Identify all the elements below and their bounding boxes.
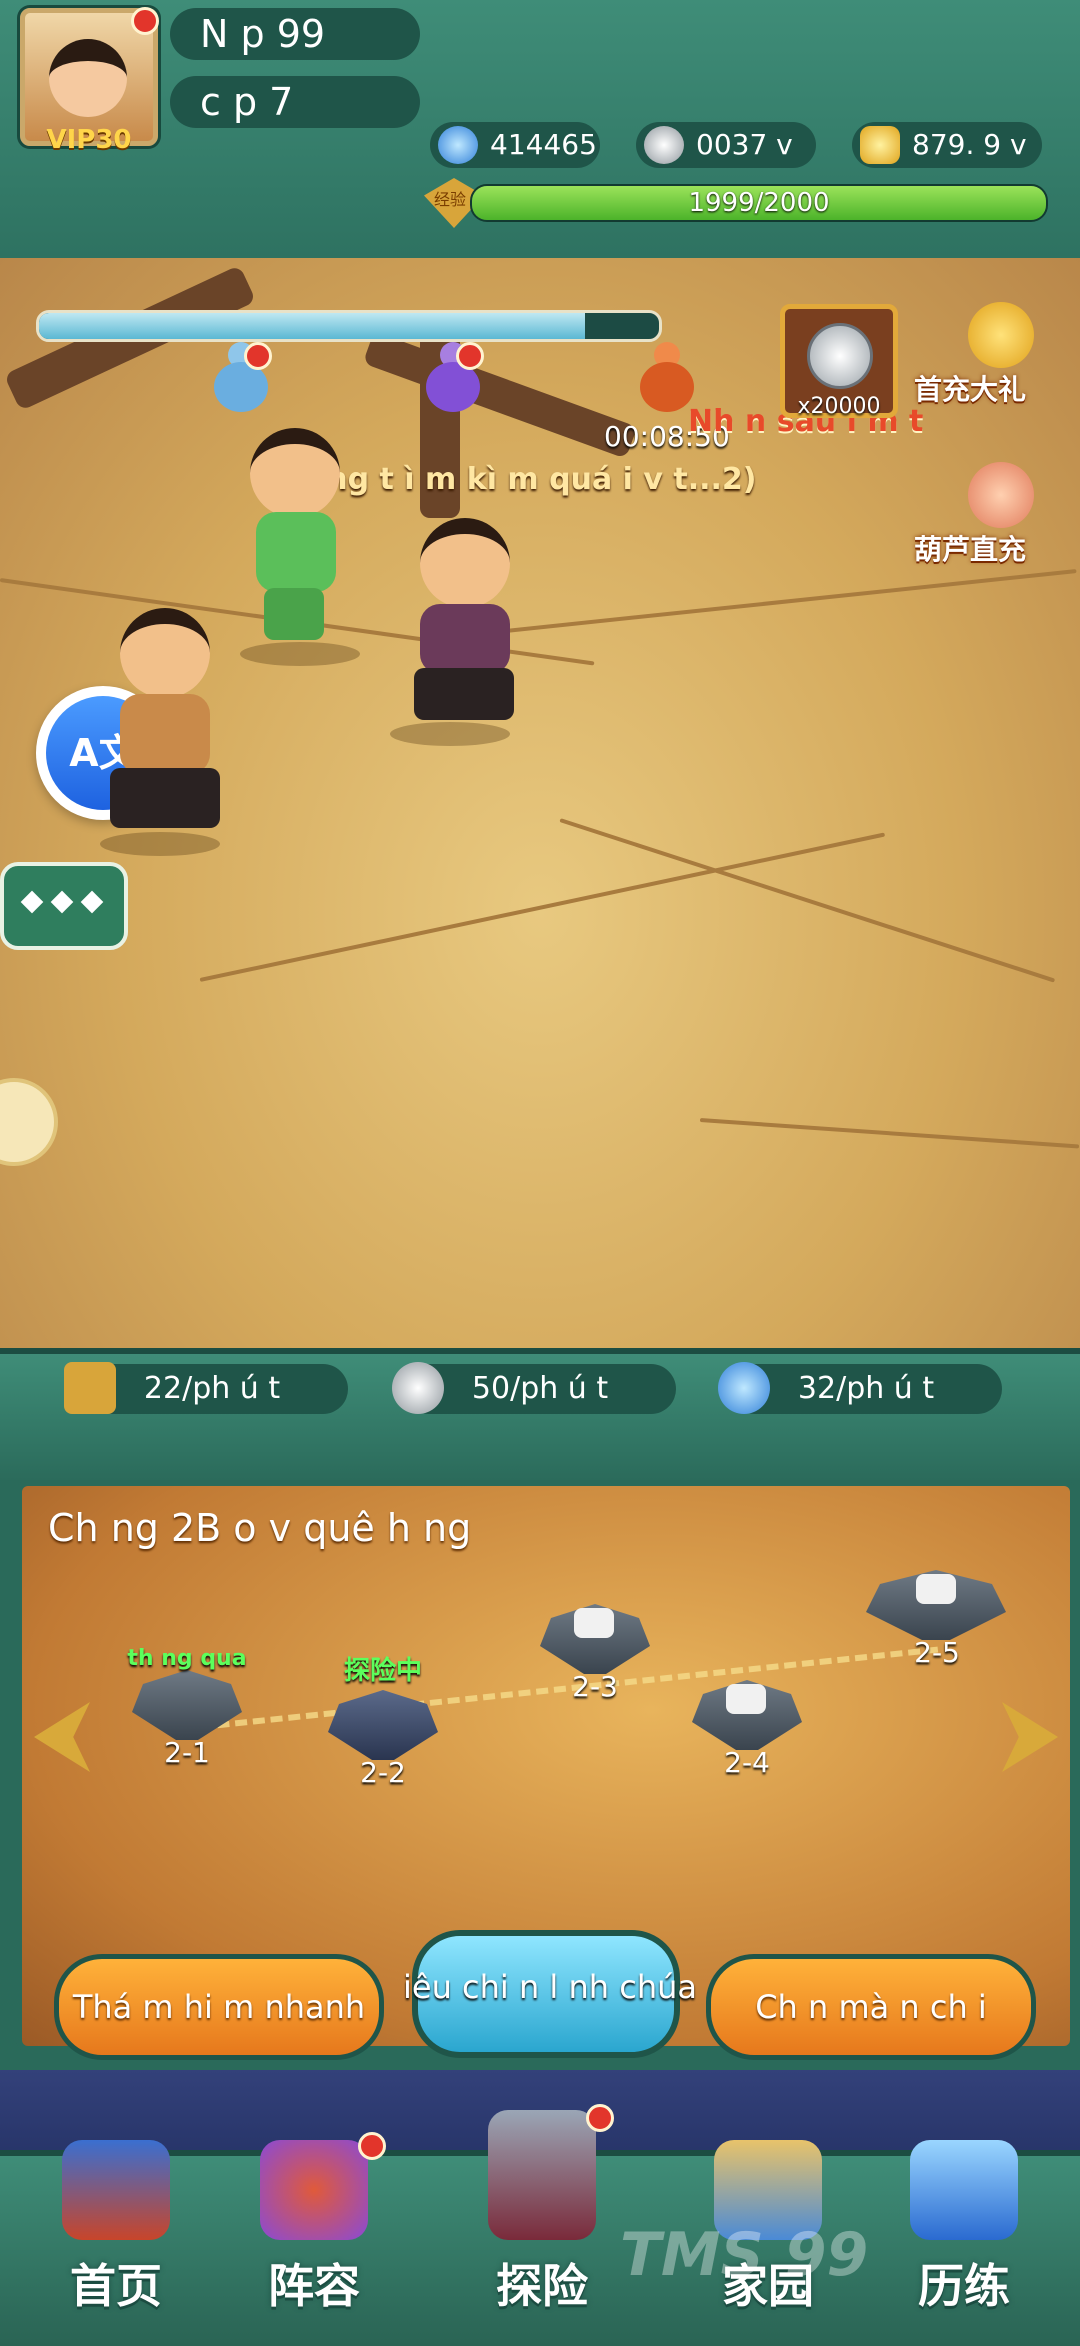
gourd-recharge-button[interactable]: 葫芦直充	[914, 462, 1050, 566]
silver-coin-icon	[644, 126, 684, 164]
purple-gourd-icon[interactable]	[426, 342, 484, 412]
gem-icon	[438, 126, 478, 164]
gem-counter[interactable]: 414465	[430, 122, 600, 168]
silver-rate-value: 50/ph ú t	[471, 1371, 609, 1406]
ground-crack	[559, 818, 1056, 983]
stage-status: th ng qua	[127, 1646, 247, 1671]
exp-text: 1999/2000	[688, 188, 830, 218]
gem-amount: 414465	[490, 128, 597, 161]
stage-2-3[interactable]: 2-3	[530, 1570, 660, 1703]
chat-button[interactable]	[0, 862, 128, 950]
gem-rate-value: 32/ph ú t	[797, 1371, 935, 1406]
nav-home[interactable]: 首页	[36, 2140, 196, 2330]
nav-lineup-label: 阵容	[268, 2259, 360, 2313]
income-rates-bar: 22/ph ú t 50/ph ú t 32/ph ú t	[0, 1348, 1080, 1480]
gift-character-icon	[968, 462, 1034, 528]
hero-character-purple	[350, 518, 550, 748]
blue-gourd-icon[interactable]	[214, 342, 272, 412]
stage-number: 2-5	[914, 1636, 960, 1669]
exp-bar: 1999/2000	[470, 184, 1048, 222]
gold-counter[interactable]: 879. 9 v n	[852, 122, 1042, 207]
explore-gate-icon	[488, 2110, 596, 2240]
gem-rate: 32/ph ú t	[718, 1362, 1002, 1414]
nav-training-label: 历练	[918, 2259, 1010, 2313]
exp-label: 经验	[434, 190, 467, 209]
silver-rate: 50/ph ú t	[392, 1362, 676, 1414]
wave-progress-fill	[39, 313, 585, 339]
exp-icon	[64, 1362, 116, 1414]
nav-training[interactable]: 历练	[884, 2140, 1044, 2330]
gem-icon	[718, 1362, 770, 1414]
map-next-arrow[interactable]	[1002, 1702, 1058, 1772]
training-sword-icon	[910, 2140, 1018, 2240]
watermark: TMS 99	[620, 2220, 869, 2290]
silver-counter[interactable]: 0037 v n	[636, 122, 816, 207]
silver-coin-icon	[807, 323, 873, 389]
lock-icon	[574, 1608, 614, 1638]
chapter-title: Ch ng 2B o v quê h ng	[48, 1506, 472, 1550]
ground-crack	[199, 832, 886, 982]
stage-number: 2-3	[572, 1670, 618, 1703]
first-recharge-label: 首充大礼	[913, 373, 1026, 406]
select-stage-button[interactable]: Ch n mà n ch i	[706, 1954, 1036, 2060]
nav-explore[interactable]: 探险	[462, 2104, 622, 2313]
vip-level: VIP30	[46, 125, 132, 155]
gourd-recharge-label: 葫芦直充	[913, 533, 1026, 566]
player-avatar[interactable]: VIP30	[20, 7, 159, 155]
stage-status: 探险中	[343, 1656, 422, 1686]
wave-progress-bar	[36, 310, 662, 342]
reward-count: x20000	[797, 394, 881, 419]
nav-lineup[interactable]: 阵容	[234, 2132, 394, 2330]
stage-number: 2-4	[724, 1746, 770, 1779]
silver-coin-icon	[392, 1362, 444, 1414]
nav-explore-label: 探险	[496, 2259, 588, 2313]
player-level: c p 7	[170, 76, 420, 128]
lock-icon	[726, 1684, 766, 1714]
avatar-face	[49, 39, 127, 117]
battle-field: 00:08:50 Nh n sau l m t ang t ì m kì m q…	[0, 258, 1080, 1348]
exp-rate-value: 22/ph ú t	[143, 1371, 281, 1406]
stage-2-4[interactable]: 2-4	[682, 1646, 812, 1779]
map-prev-arrow[interactable]	[34, 1702, 90, 1772]
stage-number: 2-2	[360, 1756, 406, 1789]
pet-icon[interactable]	[0, 1078, 58, 1166]
stage-number: 2-1	[164, 1736, 210, 1769]
gourd-lineup-icon	[260, 2140, 368, 2240]
orange-gourd-icon[interactable]	[640, 342, 694, 412]
gold-ingot-icon	[860, 126, 900, 164]
exp-rate: 22/ph ú t	[64, 1362, 348, 1414]
bottom-navigation: 首页 阵容 探险 家园 历练 TMS 99	[0, 2070, 1080, 2346]
action-bar: Thá m hi m nhanh iêu chi n l nh chúa Ch …	[0, 1880, 1080, 2070]
lock-icon	[916, 1574, 956, 1604]
stage-2-2[interactable]: 探险中 2-2	[318, 1656, 448, 1789]
gift-character-icon	[968, 302, 1034, 368]
home-icon	[62, 2140, 170, 2240]
dead-tree	[362, 331, 638, 459]
notification-dot	[131, 7, 159, 35]
nav-home-label: 首页	[70, 2259, 162, 2313]
stage-2-1[interactable]: th ng qua 2-1	[122, 1636, 252, 1769]
stage-2-5[interactable]: 2-5	[866, 1536, 1006, 1669]
player-name: N p 99	[170, 8, 420, 60]
first-recharge-button[interactable]: 首充大礼	[914, 302, 1050, 406]
ground-crack	[699, 1118, 1080, 1149]
hero-character-orange	[60, 608, 250, 858]
top-status-bar: VIP30 N p 99 c p 7 414465 0037 v n 879. …	[0, 0, 1080, 264]
reward-box[interactable]: x20000	[780, 304, 898, 419]
